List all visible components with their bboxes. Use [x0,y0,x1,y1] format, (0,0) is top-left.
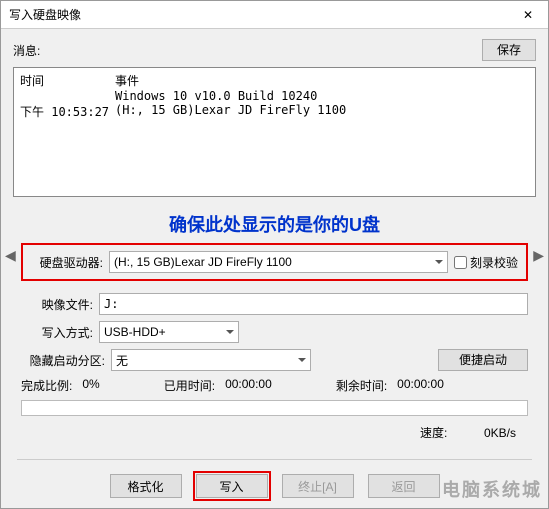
button-bar: 格式化 写入 终止[A] 返回 [13,468,536,508]
write-mode-label: 写入方式: [21,324,93,341]
portable-boot-button[interactable]: 便捷启动 [438,349,528,371]
verify-label: 刻录校验 [470,254,518,271]
log-row: Windows 10 v10.0 Build 10240 [20,89,529,103]
hidden-boot-select[interactable]: 无 [111,349,311,371]
image-label: 映像文件: [21,296,93,313]
image-file-input[interactable] [99,293,528,315]
chevron-left-icon: ◀ [5,247,16,264]
hidden-boot-value: 无 [116,352,128,369]
log-header: 时间 事件 [20,72,529,89]
log-header-time: 时间 [20,72,115,89]
status-row: 完成比例: 0% 已用时间: 00:00:00 剩余时间: 00:00:00 [21,377,528,394]
log-cell-text: Windows 10 v10.0 Build 10240 [115,89,317,103]
speed-row: 速度: 0KB/s [13,420,536,451]
log-row: 下午 10:53:27 (H:, 15 GB)Lexar JD FireFly … [20,103,529,120]
log-cell-time [20,89,115,103]
titlebar: 写入硬盘映像 ✕ [1,1,548,29]
annotation-text: 确保此处显示的是你的U盘 [13,211,536,237]
elapsed-value: 00:00:00 [225,377,272,394]
verify-checkbox[interactable]: 刻录校验 [454,254,518,271]
log-listbox[interactable]: 时间 事件 Windows 10 v10.0 Build 10240 下午 10… [13,67,536,197]
separator [17,459,532,460]
image-row: 映像文件: [21,293,528,315]
message-label: 消息: [13,42,474,59]
verify-check-input[interactable] [454,256,467,269]
log-header-event: 事件 [115,72,139,89]
progress-value: 0% [82,377,99,394]
back-button: 返回 [368,474,440,498]
write-button[interactable]: 写入 [196,474,268,498]
dialog-window: 写入硬盘映像 ✕ 消息: 保存 时间 事件 Windows 10 v10.0 B… [0,0,549,509]
message-row: 消息: 保存 [13,39,536,61]
remaining-label: 剩余时间: [336,377,387,394]
chevron-right-icon: ▶ [533,247,544,264]
drive-row-highlight: 硬盘驱动器: (H:, 15 GB)Lexar JD FireFly 1100 … [21,243,528,281]
log-cell-text: (H:, 15 GB)Lexar JD FireFly 1100 [115,103,346,120]
speed-value: 0KB/s [484,426,516,440]
abort-button: 终止[A] [282,474,354,498]
write-mode-row: 写入方式: USB-HDD+ [21,321,528,343]
window-title: 写入硬盘映像 [9,6,81,23]
hidden-boot-label: 隐藏启动分区: [21,352,105,369]
drive-select-value: (H:, 15 GB)Lexar JD FireFly 1100 [114,255,292,269]
drive-label: 硬盘驱动器: [31,254,103,271]
close-icon: ✕ [523,8,533,22]
elapsed-label: 已用时间: [164,377,215,394]
drive-select[interactable]: (H:, 15 GB)Lexar JD FireFly 1100 [109,251,448,273]
remaining-value: 00:00:00 [397,377,444,394]
progress-bar [21,400,528,416]
log-cell-time: 下午 10:53:27 [20,103,115,120]
close-button[interactable]: ✕ [508,1,548,29]
progress-label: 完成比例: [21,377,72,394]
save-button[interactable]: 保存 [482,39,536,61]
hidden-boot-row: 隐藏启动分区: 无 便捷启动 [21,349,528,371]
write-mode-value: USB-HDD+ [104,325,166,339]
format-button[interactable]: 格式化 [110,474,182,498]
write-mode-select[interactable]: USB-HDD+ [99,321,239,343]
client-area: 消息: 保存 时间 事件 Windows 10 v10.0 Build 1024… [1,29,548,508]
speed-label: 速度: [420,426,447,440]
